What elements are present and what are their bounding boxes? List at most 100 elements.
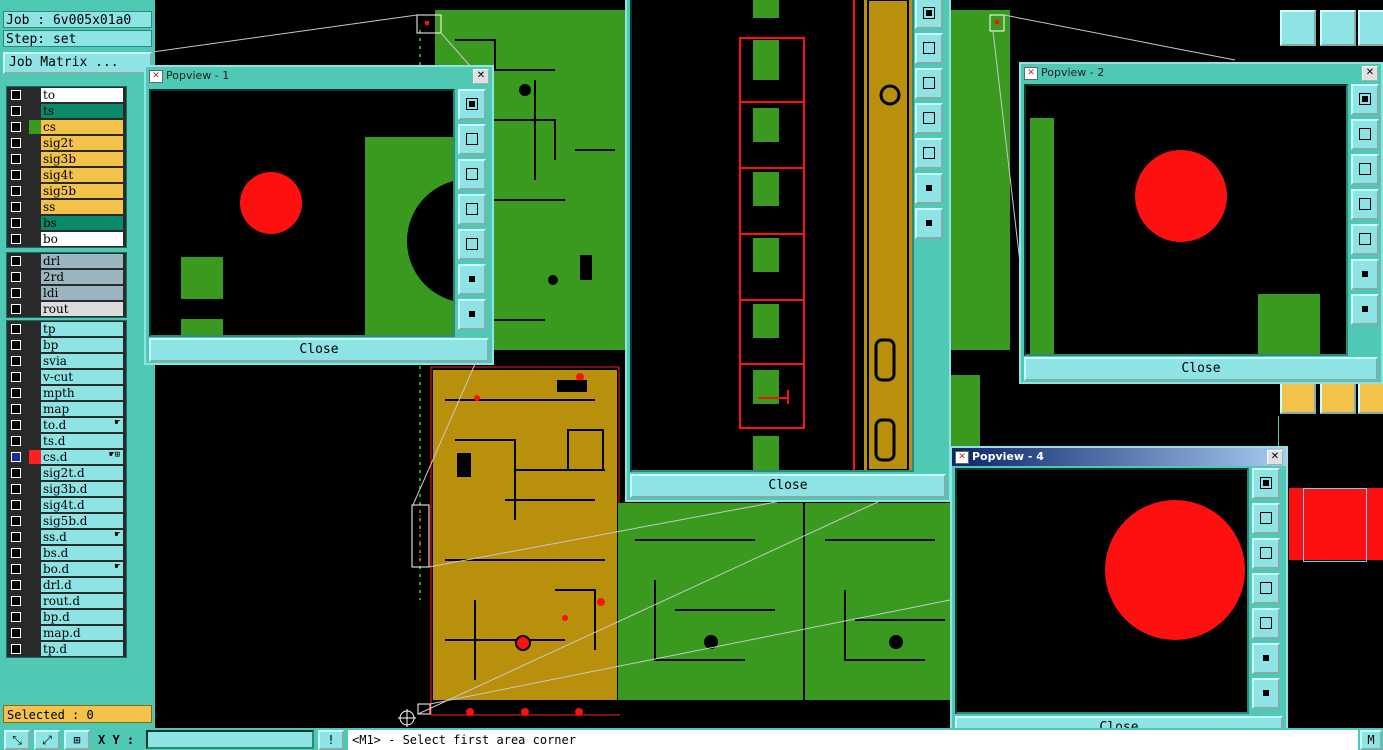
fit-icon[interactable] (458, 89, 486, 120)
layer-name[interactable]: bo.d (41, 562, 123, 576)
pan-down-icon[interactable] (1351, 154, 1379, 185)
fit-icon[interactable] (1351, 84, 1379, 115)
layer-name[interactable]: svia (41, 354, 123, 368)
layer-row[interactable]: svia (7, 353, 126, 369)
layer-row[interactable]: bp (7, 337, 126, 353)
layer-name[interactable]: tp (41, 322, 123, 336)
layer-checkbox[interactable] (11, 388, 21, 398)
layer-checkbox[interactable] (11, 420, 21, 430)
right-tool-1[interactable] (1280, 10, 1316, 46)
layer-name[interactable]: sig2t (41, 136, 123, 150)
layer-checkbox[interactable] (11, 564, 21, 574)
cursor-mode-icon[interactable]: ⤢ (34, 730, 60, 750)
popview-4-window[interactable]: ✕ Popview - 4 ✕ Close (950, 446, 1288, 744)
layer-row[interactable]: bp.d (7, 609, 126, 625)
layer-name[interactable]: rout.d (41, 594, 123, 608)
layer-row[interactable]: map.d (7, 625, 126, 641)
popview-1-view[interactable] (149, 89, 455, 337)
layer-checkbox[interactable] (11, 548, 21, 558)
layer-row[interactable]: to (7, 87, 126, 103)
layer-name[interactable]: 2rd (41, 270, 123, 284)
layer-row[interactable]: ss (7, 199, 126, 215)
right-tool-3[interactable] (1358, 10, 1383, 46)
layer-row[interactable]: ss.d ☛ (7, 529, 126, 545)
close-icon[interactable]: ✕ (1362, 66, 1378, 81)
layer-name[interactable]: ss (41, 200, 123, 214)
layer-name[interactable]: sig3b.d (41, 482, 123, 496)
pan-down-icon[interactable] (915, 68, 943, 99)
close-icon[interactable]: ✕ (1267, 450, 1283, 465)
layer-row[interactable]: sig3b.d (7, 481, 126, 497)
pan-right-icon[interactable] (915, 138, 943, 169)
layer-name[interactable]: to (41, 88, 123, 102)
layer-checkbox[interactable] (11, 628, 21, 638)
layer-checkbox[interactable] (11, 186, 21, 196)
layer-checkbox[interactable] (11, 612, 21, 622)
layer-checkbox[interactable] (11, 500, 21, 510)
popview-2-window[interactable]: ✕ Popview - 2 ✕ Close (1019, 62, 1383, 384)
layer-name[interactable]: rout (41, 302, 123, 316)
layer-checkbox[interactable] (11, 516, 21, 526)
layer-name[interactable]: v-cut (41, 370, 123, 384)
layer-checkbox[interactable] (11, 404, 21, 414)
popview-4-view[interactable] (955, 468, 1249, 714)
layer-row[interactable]: map (7, 401, 126, 417)
layer-row[interactable]: ldi (7, 285, 126, 301)
layer-checkbox[interactable] (11, 90, 21, 100)
xy-input[interactable] (146, 730, 314, 749)
layer-name[interactable]: bs (41, 216, 123, 230)
layer-name[interactable]: sig5b.d (41, 514, 123, 528)
grid-icon[interactable]: ⊞ (64, 730, 90, 750)
zoom-in-icon[interactable] (458, 264, 486, 295)
layer-row[interactable]: sig2t.d (7, 465, 126, 481)
popview-2-close-button[interactable]: Close (1024, 357, 1378, 381)
popview-2-view[interactable] (1024, 84, 1348, 356)
layer-name[interactable]: bp (41, 338, 123, 352)
zoom-out-icon[interactable] (1252, 678, 1280, 709)
layer-row[interactable]: sig3b (7, 151, 126, 167)
layer-row[interactable]: cs (7, 119, 126, 135)
layer-checkbox[interactable] (11, 170, 21, 180)
layer-row[interactable]: drl (7, 253, 126, 269)
popview-1-window[interactable]: ✕ Popview - 1 ✕ Close (144, 65, 494, 365)
layer-checkbox[interactable] (11, 256, 21, 266)
layer-row[interactable]: cs.d ☛⊞ (7, 449, 126, 465)
layer-name[interactable]: sig4t.d (41, 498, 123, 512)
pan-up-icon[interactable] (1252, 503, 1280, 534)
layer-checkbox[interactable] (11, 596, 21, 606)
layer-name[interactable]: cs (41, 120, 123, 134)
layer-name[interactable]: sig4t (41, 168, 123, 182)
layer-row[interactable]: sig5b (7, 183, 126, 199)
layer-row[interactable]: sig5b.d (7, 513, 126, 529)
fit-icon[interactable] (915, 0, 943, 29)
layer-checkbox[interactable] (11, 234, 21, 244)
layer-checkbox[interactable] (11, 468, 21, 478)
layer-row[interactable]: drl.d (7, 577, 126, 593)
pan-down-icon[interactable] (1252, 538, 1280, 569)
layer-checkbox[interactable] (11, 532, 21, 542)
layer-row[interactable]: sig2t (7, 135, 126, 151)
popview-1-close-button[interactable]: Close (149, 338, 489, 362)
popview-3-view[interactable] (630, 0, 914, 472)
pan-up-icon[interactable] (458, 124, 486, 155)
zoom-out-icon[interactable] (458, 299, 486, 330)
layer-row[interactable]: sig4t (7, 167, 126, 183)
layer-row[interactable]: tp.d (7, 641, 126, 657)
layer-checkbox[interactable] (11, 580, 21, 590)
layer-checkbox[interactable] (11, 452, 21, 462)
layer-name[interactable]: ss.d (41, 530, 123, 544)
pan-down-icon[interactable] (458, 159, 486, 190)
layer-checkbox[interactable] (11, 122, 21, 132)
pan-up-icon[interactable] (1351, 119, 1379, 150)
popview-3-window[interactable]: Close (625, 0, 951, 502)
layer-checkbox[interactable] (11, 138, 21, 148)
layer-row[interactable]: bo (7, 231, 126, 247)
layer-row[interactable]: tp (7, 321, 126, 337)
layer-name[interactable]: bp.d (41, 610, 123, 624)
layer-name[interactable]: mpth (41, 386, 123, 400)
layer-name[interactable]: map.d (41, 626, 123, 640)
layer-row[interactable]: sig4t.d (7, 497, 126, 513)
layer-name[interactable]: bs.d (41, 546, 123, 560)
layer-row[interactable]: mpth (7, 385, 126, 401)
pan-left-icon[interactable] (1252, 573, 1280, 604)
